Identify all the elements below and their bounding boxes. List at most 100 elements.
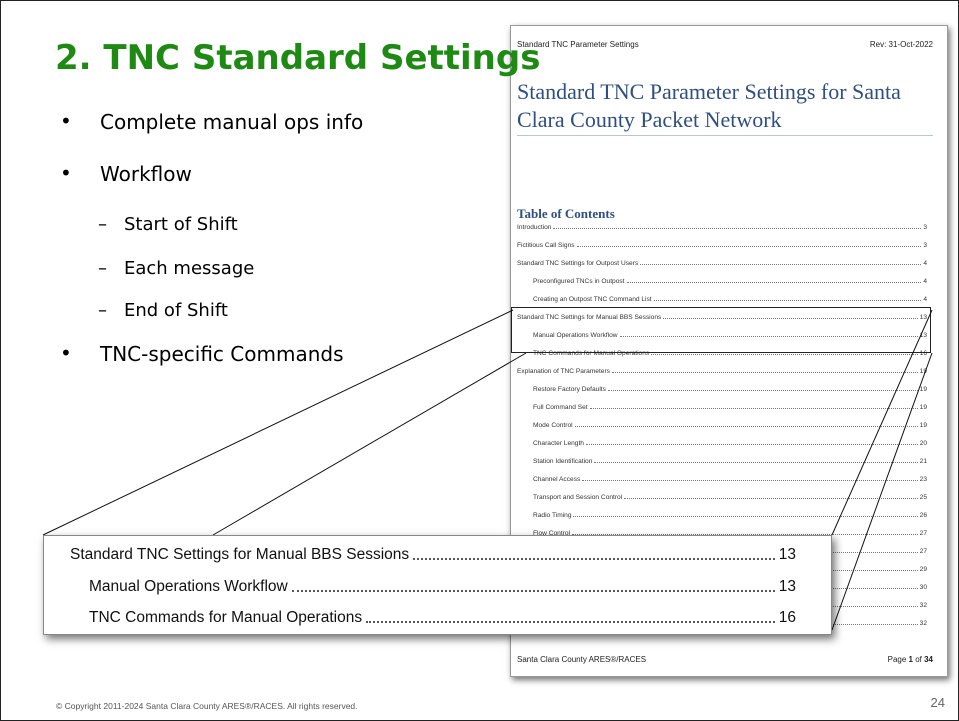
- toc-entry-label: Explanation of TNC Parameters: [517, 368, 610, 375]
- toc-entry-label: Restore Factory Defaults: [533, 386, 606, 393]
- toc-entry-label: Introduction: [517, 224, 552, 231]
- bullet-glyph: •: [60, 161, 72, 185]
- doc-header-right: Rev: 31-Oct-2022: [869, 40, 933, 49]
- toc-entry: Standard TNC Settings for Outpost Users 4: [517, 255, 927, 267]
- zoom-toc-entry-page: 13: [778, 578, 796, 595]
- toc-entry-page: 4: [923, 260, 927, 267]
- toc-entry: Introduction 3: [517, 219, 927, 231]
- bullet-text: TNC-specific Commands: [100, 342, 344, 366]
- doc-footer-page-prefix: Page: [887, 655, 909, 664]
- toc-leader-dots: [574, 426, 918, 427]
- toc-entry: Transport and Session Control 25: [533, 489, 927, 501]
- toc-entry-page: 21: [919, 458, 927, 465]
- sub-bullet-glyph: –: [98, 214, 107, 235]
- toc-entry-label: Fictitious Call Signs: [517, 242, 575, 249]
- zoom-toc-entry: Standard TNC Settings for Manual BBS Ses…: [70, 544, 796, 564]
- toc-leader-dots: [624, 498, 918, 499]
- toc-leader-dots: [653, 300, 922, 301]
- toc-leader-dots: [651, 354, 918, 355]
- toc-leader-dots: [594, 462, 918, 463]
- toc-entry: Full Command Set 19: [533, 399, 927, 411]
- toc-entry-page: 25: [919, 494, 927, 501]
- toc-entry-page: 32: [919, 602, 927, 609]
- toc-entry-label: Character Length: [533, 440, 584, 447]
- toc-entry-page: 3: [923, 242, 927, 249]
- doc-footer-page-mid: of: [912, 655, 925, 664]
- toc-highlight-box: [511, 307, 931, 353]
- toc-entry-label: Full Command Set: [533, 404, 588, 411]
- toc-entry: Radio Timing 26: [533, 507, 927, 519]
- toc-entry: Creating an Outpost TNC Command List 4: [533, 291, 927, 303]
- toc-leader-dots: [640, 264, 922, 265]
- zoom-toc-entry-page: 16: [778, 609, 796, 626]
- bullet-text: Complete manual ops info: [100, 110, 364, 134]
- toc-entry-label: Transport and Session Control: [533, 494, 623, 501]
- toc-leader-dots: [589, 408, 918, 409]
- zoom-leader-dots: [413, 558, 775, 560]
- zoom-leader-dots: [291, 590, 775, 592]
- toc-entry: Character Length 20: [533, 435, 927, 447]
- toc-entry-page: 23: [919, 476, 927, 483]
- toc-entry-page: 19: [919, 368, 927, 375]
- toc-entry-label: Preconfigured TNCs in Outpost: [533, 278, 625, 285]
- copyright: © Copyright 2011-2024 Santa Clara County…: [56, 701, 358, 711]
- toc-entry-label: Channel Access: [533, 476, 581, 483]
- toc-leader-dots: [585, 444, 918, 445]
- zoom-toc-entry-page: 13: [778, 546, 796, 563]
- toc-leader-dots: [626, 282, 922, 283]
- doc-title: Standard TNC Parameter Settings for Sant…: [517, 79, 901, 132]
- toc-entry: Preconfigured TNCs in Outpost 4: [533, 273, 927, 285]
- toc-entry-label: Mode Control: [533, 422, 573, 429]
- doc-footer-left: Santa Clara County ARES®/RACES: [517, 655, 647, 664]
- bullet-glyph: •: [60, 341, 72, 365]
- zoom-toc-entry: Manual Operations Workflow 13: [89, 576, 796, 596]
- toc-leader-dots: [582, 480, 918, 481]
- toc-entry-page: 20: [919, 440, 927, 447]
- bullet-text: Start of Shift: [124, 214, 238, 235]
- toc-entry-page: 27: [919, 530, 927, 537]
- toc-entry-page: 3: [923, 224, 927, 231]
- slide-number: 24: [930, 695, 945, 710]
- toc-entry-page: 30: [919, 584, 927, 591]
- doc-title-rule: [517, 135, 933, 136]
- sub-bullet-glyph: –: [98, 300, 107, 321]
- toc-entry: Restore Factory Defaults 19: [533, 381, 927, 393]
- toc-entry: Fictitious Call Signs 3: [517, 237, 927, 249]
- toc-entry-label: Creating an Outpost TNC Command List: [533, 296, 652, 303]
- toc-entry-page: 27: [919, 548, 927, 555]
- toc-entry-page: 19: [919, 386, 927, 393]
- bullet-text: Each message: [124, 258, 255, 279]
- toc-leader-dots: [573, 516, 918, 517]
- toc-entry-page: 26: [919, 512, 927, 519]
- toc-entry: Channel Access 23: [533, 471, 927, 483]
- toc-entry: Mode Control 19: [533, 417, 927, 429]
- toc-entry-page: 4: [923, 278, 927, 285]
- zoom-toc-entry-label: Standard TNC Settings for Manual BBS Ses…: [70, 546, 410, 563]
- toc-leader-dots: [553, 228, 922, 229]
- toc-leader-dots: [611, 372, 918, 373]
- toc-leader-dots: [607, 390, 918, 391]
- toc-leader-dots: [576, 246, 922, 247]
- zoom-toc-entry-label: TNC Commands for Manual Operations: [89, 609, 363, 626]
- toc-entry-label: Station Identification: [533, 458, 593, 465]
- toc-entry-page: 4: [923, 296, 927, 303]
- doc-footer-right: Page 1 of 34: [888, 655, 933, 664]
- zoom-toc-entry-label: Manual Operations Workflow: [89, 578, 288, 595]
- doc-footer-page-total: 34: [924, 655, 933, 664]
- bullet-text: End of Shift: [124, 300, 228, 321]
- toc-entry-label: Standard TNC Settings for Outpost Users: [517, 260, 639, 267]
- toc-entry-page: 19: [919, 422, 927, 429]
- zoom-toc-entry: TNC Commands for Manual Operations 16: [89, 607, 796, 627]
- sub-bullet-glyph: –: [98, 258, 107, 279]
- toc-entry-page: 32: [919, 620, 927, 627]
- bullet-glyph: •: [60, 109, 72, 133]
- toc-entry: Station Identification 21: [533, 453, 927, 465]
- toc-entry: Explanation of TNC Parameters 19: [517, 363, 927, 375]
- zoom-callout: Standard TNC Settings for Manual BBS Ses…: [43, 535, 832, 635]
- zoom-leader-dots: [366, 621, 775, 623]
- toc-entry-page: 19: [919, 404, 927, 411]
- slide-title: 2. TNC Standard Settings: [55, 38, 541, 78]
- bullet-text: Workflow: [100, 162, 192, 186]
- toc-entry-page: 29: [919, 566, 927, 573]
- toc-entry-label: Radio Timing: [533, 512, 572, 519]
